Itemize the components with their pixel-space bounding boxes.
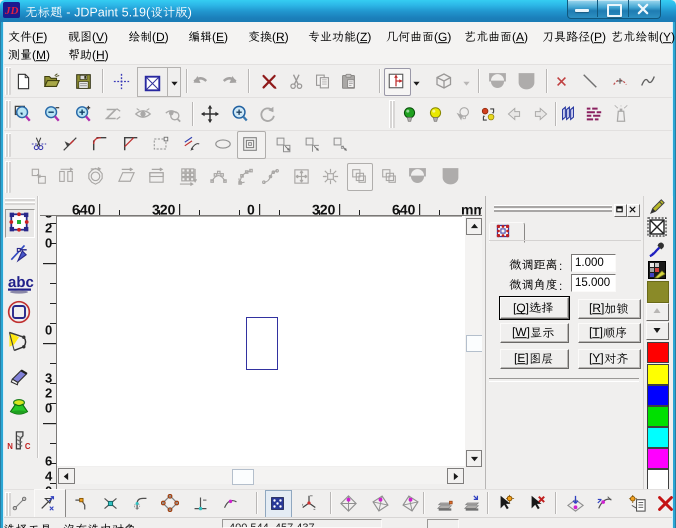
svg-text:C: C [25,442,31,451]
svg-text:JD: JD [4,5,19,17]
svg-text:N: N [7,442,13,451]
